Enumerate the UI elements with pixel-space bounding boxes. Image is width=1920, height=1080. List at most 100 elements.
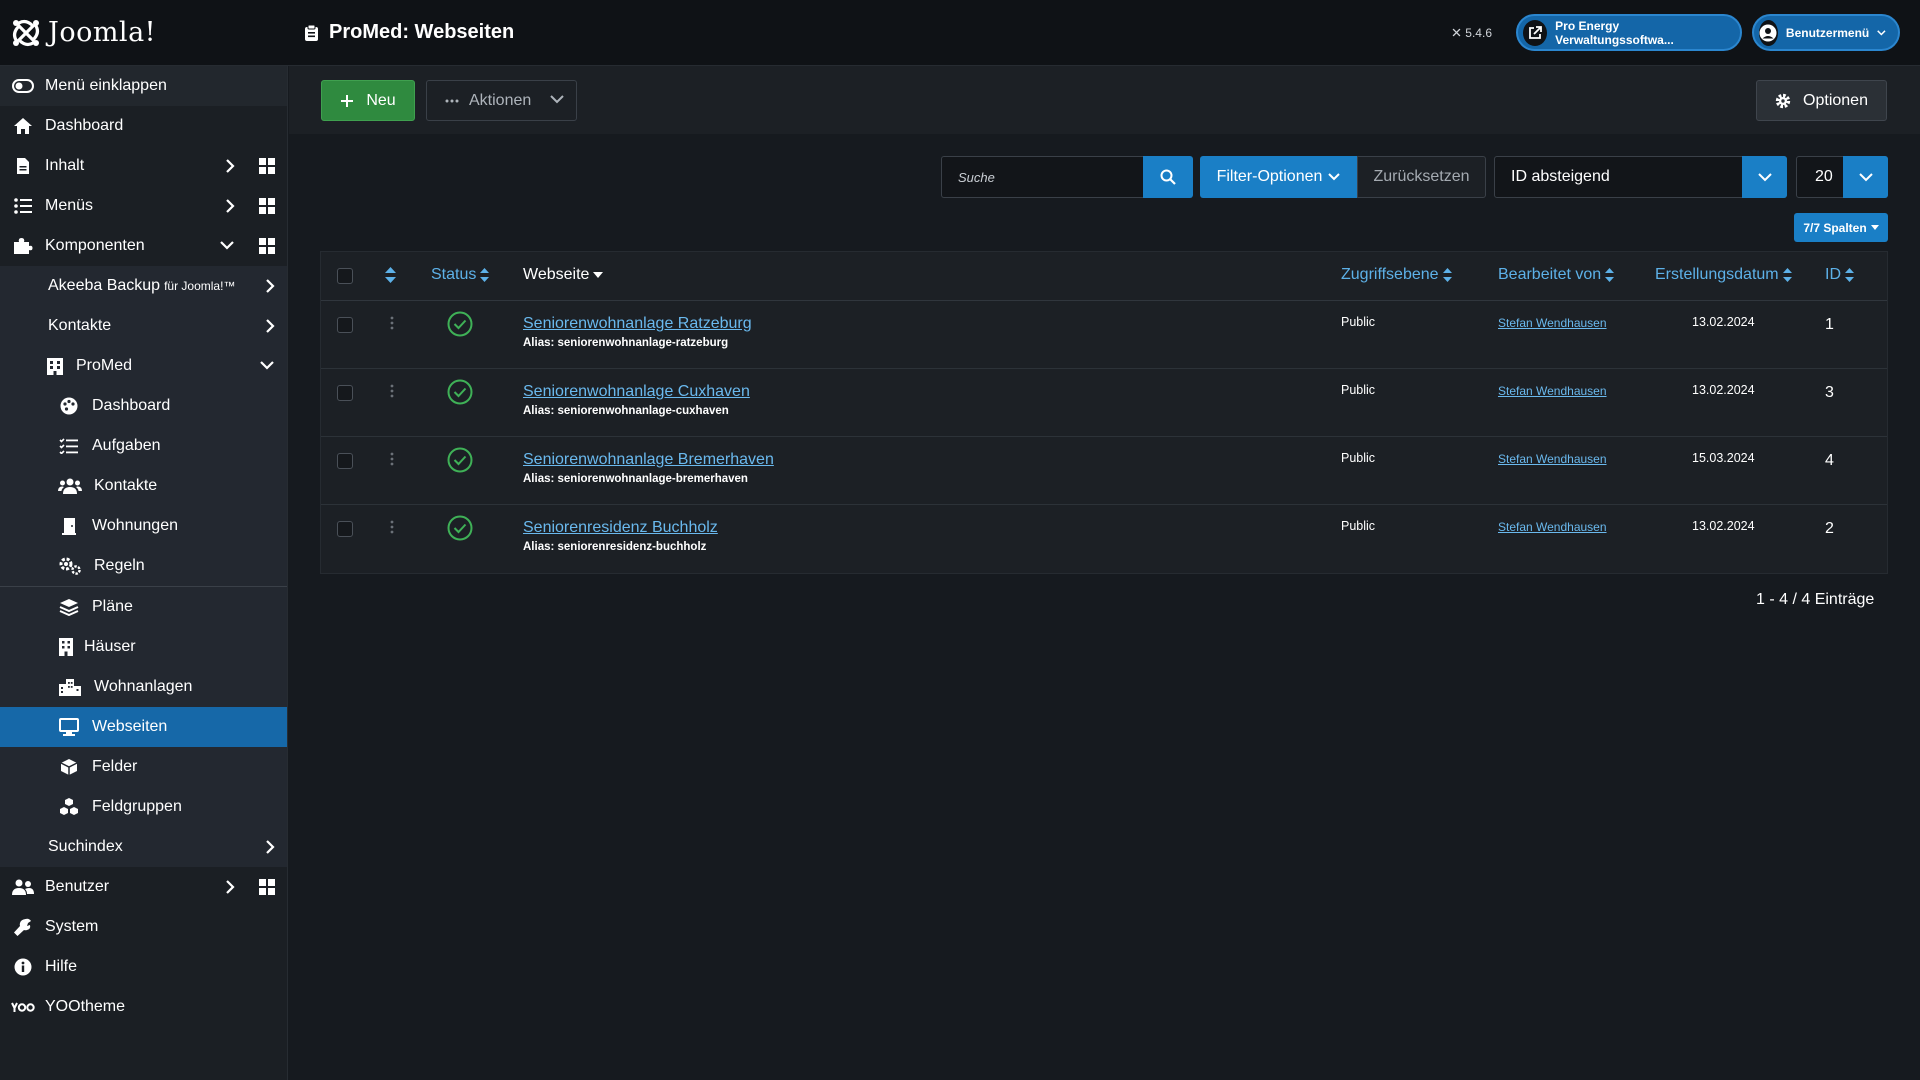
drag-handle-icon[interactable] — [390, 315, 394, 335]
website-title-link[interactable]: Seniorenresidenz Buchholz — [523, 519, 718, 537]
columns-button[interactable]: 7/7 Spalten — [1794, 213, 1888, 242]
sidebar-item-promed-websites[interactable]: Webseiten — [0, 707, 287, 747]
chevron-down-icon — [1757, 172, 1772, 181]
sidebar-item-components[interactable]: Komponenten — [0, 226, 287, 266]
brand-name: Joomla! — [48, 17, 157, 48]
row-checkbox[interactable] — [337, 385, 353, 401]
sidebar-item-contacts[interactable]: Kontakte — [0, 306, 287, 346]
dashboard-grid-icon[interactable] — [259, 158, 275, 174]
dashboard-grid-icon[interactable] — [259, 198, 275, 214]
sidebar-item-users[interactable]: Benutzer — [0, 867, 287, 907]
table-row: Seniorenwohnanlage Bremerhaven Alias: se… — [321, 437, 1887, 505]
user-menu-label: Benutzermenü — [1785, 25, 1870, 40]
dashboard-grid-icon[interactable] — [259, 238, 275, 254]
sidebar-item-akeeba[interactable]: Akeeba Backup für Joomla!™ — [0, 266, 287, 306]
sidebar-item-promed-complexes[interactable]: Wohnanlagen — [0, 667, 287, 707]
drag-handle-icon[interactable] — [390, 383, 394, 403]
sidebar-item-help[interactable]: Hilfe — [0, 947, 287, 987]
website-title-link[interactable]: Seniorenwohnanlage Ratzeburg — [523, 315, 752, 333]
author-header-label: Bearbeitet von — [1498, 266, 1602, 283]
user-menu-button[interactable]: Benutzermenü — [1752, 14, 1900, 51]
reset-button[interactable]: Zurücksetzen — [1357, 156, 1486, 198]
author-link[interactable]: Stefan Wendhausen — [1498, 520, 1607, 534]
published-check-icon[interactable] — [447, 311, 473, 342]
dashboard-grid-icon[interactable] — [259, 879, 275, 895]
sidebar-item-promed-fields[interactable]: Felder — [0, 747, 287, 787]
search-button[interactable] — [1143, 156, 1193, 198]
row-checkbox[interactable] — [337, 317, 353, 333]
row-checkbox[interactable] — [337, 521, 353, 537]
options-button[interactable]: Optionen — [1756, 80, 1887, 121]
sort-icon — [1442, 268, 1452, 282]
sidebar-item-smart-search[interactable]: Suchindex — [0, 827, 287, 867]
wrench-icon — [11, 918, 35, 936]
desktop-icon — [58, 718, 80, 736]
sort-select-toggle[interactable] — [1742, 156, 1787, 198]
filter-options-button[interactable]: Filter-Optionen — [1200, 156, 1357, 198]
chevron-down-icon — [220, 241, 234, 250]
sidebar-item-promed-plans[interactable]: Pläne — [0, 587, 287, 627]
sidebar-item-sublabel: für Joomla!™ — [164, 279, 236, 293]
drag-handle-icon[interactable] — [390, 519, 394, 539]
sort-icon — [480, 268, 490, 282]
select-all-checkbox[interactable] — [337, 268, 353, 284]
author-link[interactable]: Stefan Wendhausen — [1498, 384, 1607, 398]
sidebar-item-label: Kontakte — [94, 477, 158, 494]
sidebar-item-promed-tasks[interactable]: Aufgaben — [0, 426, 287, 466]
new-button[interactable]: Neu — [321, 80, 415, 121]
sidebar-item-yootheme[interactable]: YOOtheme — [0, 987, 287, 1027]
access-header-label: Zugriffsebene — [1341, 266, 1439, 283]
access-column-header[interactable]: Zugriffsebene — [1341, 266, 1452, 284]
sidebar-item-system[interactable]: System — [0, 907, 287, 947]
sidebar-item-label: Dashboard — [45, 117, 124, 134]
author-column-header[interactable]: Bearbeitet von — [1498, 266, 1615, 284]
sidebar-item-promed-contacts[interactable]: Kontakte — [0, 466, 287, 506]
sidebar-item-label: Komponenten — [45, 237, 145, 254]
sidebar-item-content[interactable]: Inhalt — [0, 146, 287, 186]
joomla-small-icon — [1452, 28, 1461, 37]
website-alias: Alias: seniorenwohnanlage-cuxhaven — [523, 405, 729, 417]
website-column-header[interactable]: Webseite — [523, 266, 604, 284]
website-title-link[interactable]: Seniorenwohnanlage Cuxhaven — [523, 383, 750, 401]
door-icon — [58, 517, 80, 535]
sort-icon — [1605, 268, 1615, 282]
search-input[interactable] — [941, 156, 1143, 198]
users-icon — [58, 478, 82, 494]
palette-icon — [58, 397, 80, 415]
limit-select-toggle[interactable] — [1843, 156, 1888, 198]
sort-select[interactable]: ID absteigend — [1494, 156, 1787, 198]
author-link[interactable]: Stefan Wendhausen — [1498, 316, 1607, 330]
sidebar-item-label: Dashboard — [92, 397, 171, 414]
sidebar-item-promed-fieldgroups[interactable]: Feldgruppen — [0, 787, 287, 827]
website-title-link[interactable]: Seniorenwohnanlage Bremerhaven — [523, 451, 774, 469]
table-row: Seniorenresidenz Buchholz Alias: seniore… — [321, 505, 1887, 573]
actions-dropdown[interactable]: Aktionen — [426, 80, 577, 121]
file-icon — [11, 157, 35, 175]
limit-select[interactable]: 20 — [1796, 156, 1888, 198]
created-column-header[interactable]: Erstellungsdatum — [1655, 266, 1792, 284]
sidebar-item-promed-apartments[interactable]: Wohnungen — [0, 506, 287, 546]
id-column-header[interactable]: ID — [1825, 266, 1854, 284]
sidebar-item-promed-rules[interactable]: Regeln — [0, 546, 287, 586]
view-site-button[interactable]: Pro Energy Verwaltungssoftwa... — [1516, 14, 1742, 51]
published-check-icon[interactable] — [447, 515, 473, 546]
created-date: 15.03.2024 — [1692, 451, 1755, 465]
joomla-logo-icon — [12, 19, 40, 46]
row-checkbox[interactable] — [337, 453, 353, 469]
sidebar-item-menus[interactable]: Menüs — [0, 186, 287, 226]
published-check-icon[interactable] — [447, 447, 473, 478]
plus-icon — [341, 94, 354, 107]
published-check-icon[interactable] — [447, 379, 473, 410]
chevron-down-icon — [1877, 29, 1886, 35]
sidebar-item-promed-dashboard[interactable]: Dashboard — [0, 386, 287, 426]
cubes-icon — [58, 798, 80, 816]
status-column-header[interactable]: Status — [431, 266, 490, 284]
drag-handle-icon[interactable] — [390, 451, 394, 471]
sidebar-item-collapse[interactable]: Menü einklappen — [0, 66, 287, 106]
sidebar-item-dashboard[interactable]: Dashboard — [0, 106, 287, 146]
author-link[interactable]: Stefan Wendhausen — [1498, 452, 1607, 466]
sidebar-item-promed[interactable]: ProMed — [0, 346, 287, 386]
ordering-sort-icon[interactable] — [385, 267, 396, 288]
joomla-logo[interactable]: Joomla! — [0, 0, 288, 66]
sidebar-item-promed-houses[interactable]: Häuser — [0, 627, 287, 667]
